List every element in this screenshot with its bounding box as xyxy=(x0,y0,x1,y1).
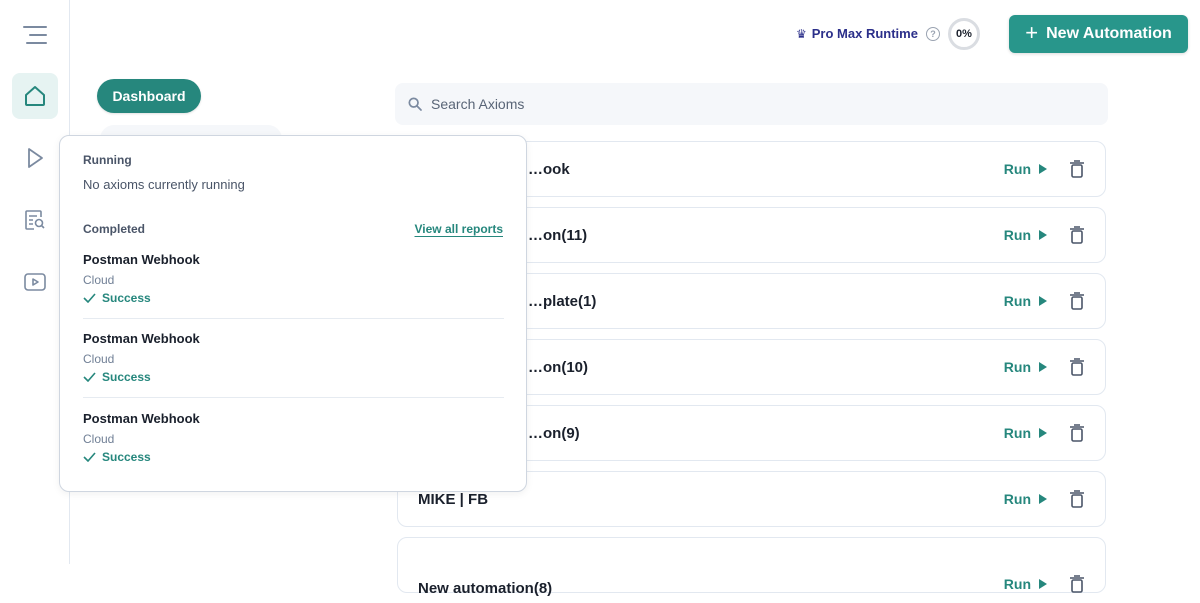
play-icon xyxy=(1039,428,1047,438)
activity-popover: Running No axioms currently running Comp… xyxy=(59,135,527,492)
help-icon[interactable]: ? xyxy=(925,26,940,41)
automation-name: New automation(8) xyxy=(418,579,553,597)
plus-icon: + xyxy=(1025,20,1039,45)
view-all-reports-link[interactable]: View all reports xyxy=(415,222,503,236)
report-status-label: Success xyxy=(102,370,151,384)
check-icon xyxy=(83,372,96,382)
report-item[interactable]: Postman Webhook Cloud Success xyxy=(83,252,504,332)
search-bar xyxy=(395,83,1108,125)
report-type: Cloud xyxy=(83,273,115,287)
check-icon xyxy=(83,452,96,462)
check-icon xyxy=(83,293,96,303)
plan-label: Pro Max Runtime xyxy=(811,26,918,41)
report-status: Success xyxy=(83,450,151,464)
run-button[interactable]: Run xyxy=(1004,227,1047,243)
search-icon xyxy=(408,97,422,111)
report-item[interactable]: Postman Webhook Cloud Success xyxy=(83,331,504,411)
crown-icon: ♛ xyxy=(796,26,807,41)
report-type: Cloud xyxy=(83,432,115,446)
trash-icon[interactable] xyxy=(1069,490,1085,508)
search-input[interactable] xyxy=(431,96,1031,112)
run-label: Run xyxy=(1003,359,1031,375)
play-icon xyxy=(1039,296,1047,306)
report-title: Postman Webhook xyxy=(83,411,200,426)
menu-icon[interactable] xyxy=(23,24,47,46)
completed-section-label: Completed xyxy=(83,222,146,236)
trash-icon[interactable] xyxy=(1069,424,1085,442)
run-button[interactable]: Run xyxy=(1004,425,1047,441)
play-icon xyxy=(1039,579,1047,589)
report-title: Postman Webhook xyxy=(83,252,200,267)
run-label: Run xyxy=(1003,576,1031,592)
trash-icon[interactable] xyxy=(1069,226,1085,244)
divider xyxy=(83,318,504,319)
plan-indicator[interactable]: ♛ Pro Max Runtime ? xyxy=(796,26,940,41)
report-status-label: Success xyxy=(102,450,151,464)
dashboard-button[interactable]: Dashboard xyxy=(97,79,201,113)
sidebar-item-tutorials[interactable] xyxy=(12,259,58,305)
play-icon xyxy=(28,148,43,168)
run-label: Run xyxy=(1003,425,1031,441)
report-search-icon xyxy=(25,210,45,230)
automation-row[interactable]: New automation(8) Run xyxy=(397,537,1106,597)
run-button[interactable]: Run xyxy=(1004,491,1047,507)
run-label: Run xyxy=(1003,293,1031,309)
new-automation-button[interactable]: + New Automation xyxy=(1009,15,1188,53)
play-icon xyxy=(1039,164,1047,174)
run-button[interactable]: Run xyxy=(1004,161,1047,177)
home-icon xyxy=(25,86,45,106)
play-icon xyxy=(1039,230,1047,240)
running-section-label: Running xyxy=(83,153,132,167)
video-icon xyxy=(24,273,46,291)
runtime-usage-indicator: 0% xyxy=(948,18,980,50)
run-button[interactable]: Run xyxy=(1004,576,1047,592)
report-title: Postman Webhook xyxy=(83,331,200,346)
run-label: Run xyxy=(1003,227,1031,243)
report-status: Success xyxy=(83,291,151,305)
report-item[interactable]: Postman Webhook Cloud Success xyxy=(83,411,504,491)
trash-icon[interactable] xyxy=(1069,160,1085,178)
running-empty-message: No axioms currently running xyxy=(83,177,245,192)
sidebar-item-reports[interactable] xyxy=(12,197,58,243)
report-status-label: Success xyxy=(102,291,151,305)
sidebar-item-home[interactable] xyxy=(12,73,58,119)
trash-icon[interactable] xyxy=(1069,358,1085,376)
play-icon xyxy=(1039,494,1047,504)
run-button[interactable]: Run xyxy=(1004,359,1047,375)
new-automation-label: New Automation xyxy=(1046,25,1172,42)
report-type: Cloud xyxy=(83,352,115,366)
run-label: Run xyxy=(1003,161,1031,177)
sidebar-item-run[interactable] xyxy=(12,135,58,181)
divider xyxy=(83,397,504,398)
trash-icon[interactable] xyxy=(1069,575,1085,593)
run-button[interactable]: Run xyxy=(1004,293,1047,309)
automation-name: MIKE | FB xyxy=(418,490,489,508)
report-status: Success xyxy=(83,370,151,384)
run-label: Run xyxy=(1003,491,1031,507)
trash-icon[interactable] xyxy=(1069,292,1085,310)
play-icon xyxy=(1039,362,1047,372)
